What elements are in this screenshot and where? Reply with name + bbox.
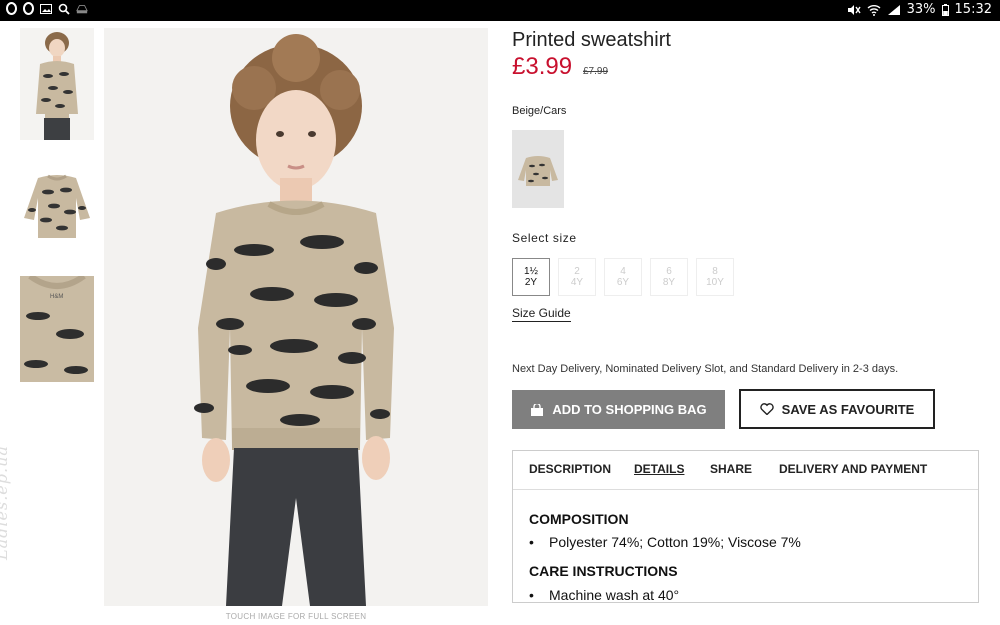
- save-favourite-label: SAVE AS FAVOURITE: [781, 401, 915, 417]
- tab-share[interactable]: SHARE: [710, 462, 752, 476]
- image-icon: [40, 3, 52, 14]
- save-favourite-button[interactable]: SAVE AS FAVOURITE: [739, 389, 935, 429]
- main-product-image[interactable]: [104, 28, 488, 606]
- size-years: 4Y: [570, 277, 584, 288]
- watermark: Ladies.ep.ua: [0, 445, 11, 560]
- care-heading: CARE INSTRUCTIONS: [529, 563, 678, 579]
- tab-delivery-payment[interactable]: DELIVERY AND PAYMENT: [779, 462, 927, 476]
- size-option[interactable]: 2 4Y: [558, 258, 596, 296]
- add-to-bag-label: ADD TO SHOPPING BAG: [552, 402, 707, 417]
- notification-icons: [6, 2, 88, 15]
- size-age: 2: [574, 266, 580, 277]
- product-info-tabs: DESCRIPTION DETAILS SHARE DELIVERY AND P…: [512, 450, 979, 603]
- size-option[interactable]: 4 6Y: [604, 258, 642, 296]
- thumbnail-model[interactable]: [20, 28, 94, 140]
- delivery-info: Next Day Delivery, Nominated Delivery Sl…: [512, 363, 899, 375]
- drive-icon: [76, 4, 88, 13]
- size-years: 8Y: [662, 277, 676, 288]
- thumbnail-detail[interactable]: H&M: [20, 276, 94, 382]
- clock: 15:32: [954, 2, 992, 17]
- shopping-bag-icon: [531, 403, 544, 416]
- svg-text:H&M: H&M: [50, 294, 63, 300]
- size-years: 10Y: [706, 277, 724, 288]
- size-years: 2Y: [524, 277, 538, 288]
- product-title: Printed sweatshirt: [512, 29, 671, 51]
- opera-icon: [23, 2, 34, 15]
- size-age: 8: [712, 266, 718, 277]
- composition-item: • Polyester 74%; Cotton 19%; Viscose 7%: [529, 534, 801, 550]
- color-name: Beige/Cars: [512, 105, 567, 117]
- color-swatch[interactable]: [512, 130, 564, 208]
- tab-bar: DESCRIPTION DETAILS SHARE DELIVERY AND P…: [513, 451, 978, 490]
- size-selector: 1½ 2Y 2 4Y 4 6Y 6 8Y 8 10Y: [512, 258, 734, 296]
- thumbnail-flat[interactable]: [20, 168, 94, 244]
- size-age: 4: [620, 266, 626, 277]
- tab-details[interactable]: DETAILS: [634, 462, 684, 476]
- sale-price: £3.99: [512, 53, 573, 80]
- battery-icon: [941, 3, 949, 16]
- composition-text: Polyester 74%; Cotton 19%; Viscose 7%: [549, 534, 801, 550]
- system-status: 33% 15:32: [847, 2, 992, 17]
- size-age: 1½: [524, 266, 538, 277]
- status-bar: 33% 15:32: [0, 0, 1000, 21]
- wifi-icon: [867, 4, 881, 16]
- tab-description[interactable]: DESCRIPTION: [529, 462, 611, 476]
- opera-icon: [6, 2, 17, 15]
- fullscreen-hint: TOUCH IMAGE FOR FULL SCREEN: [225, 612, 367, 621]
- heart-icon: [759, 403, 774, 415]
- size-option[interactable]: 1½ 2Y: [512, 258, 550, 296]
- add-to-bag-button[interactable]: ADD TO SHOPPING BAG: [512, 390, 725, 429]
- size-option[interactable]: 8 10Y: [696, 258, 734, 296]
- battery-percent: 33%: [906, 2, 936, 17]
- search-icon: [58, 3, 70, 15]
- original-price: £7.99: [583, 66, 609, 77]
- size-years: 6Y: [616, 277, 630, 288]
- select-size-label: Select size: [512, 231, 577, 245]
- size-age: 6: [666, 266, 672, 277]
- size-option[interactable]: 6 8Y: [650, 258, 688, 296]
- signal-icon: [887, 4, 900, 15]
- care-item: • Machine wash at 40°: [529, 587, 680, 603]
- size-guide-link[interactable]: Size Guide: [512, 306, 571, 322]
- mute-icon: [847, 4, 861, 15]
- care-text: Machine wash at 40°: [549, 587, 680, 603]
- composition-heading: COMPOSITION: [529, 511, 629, 527]
